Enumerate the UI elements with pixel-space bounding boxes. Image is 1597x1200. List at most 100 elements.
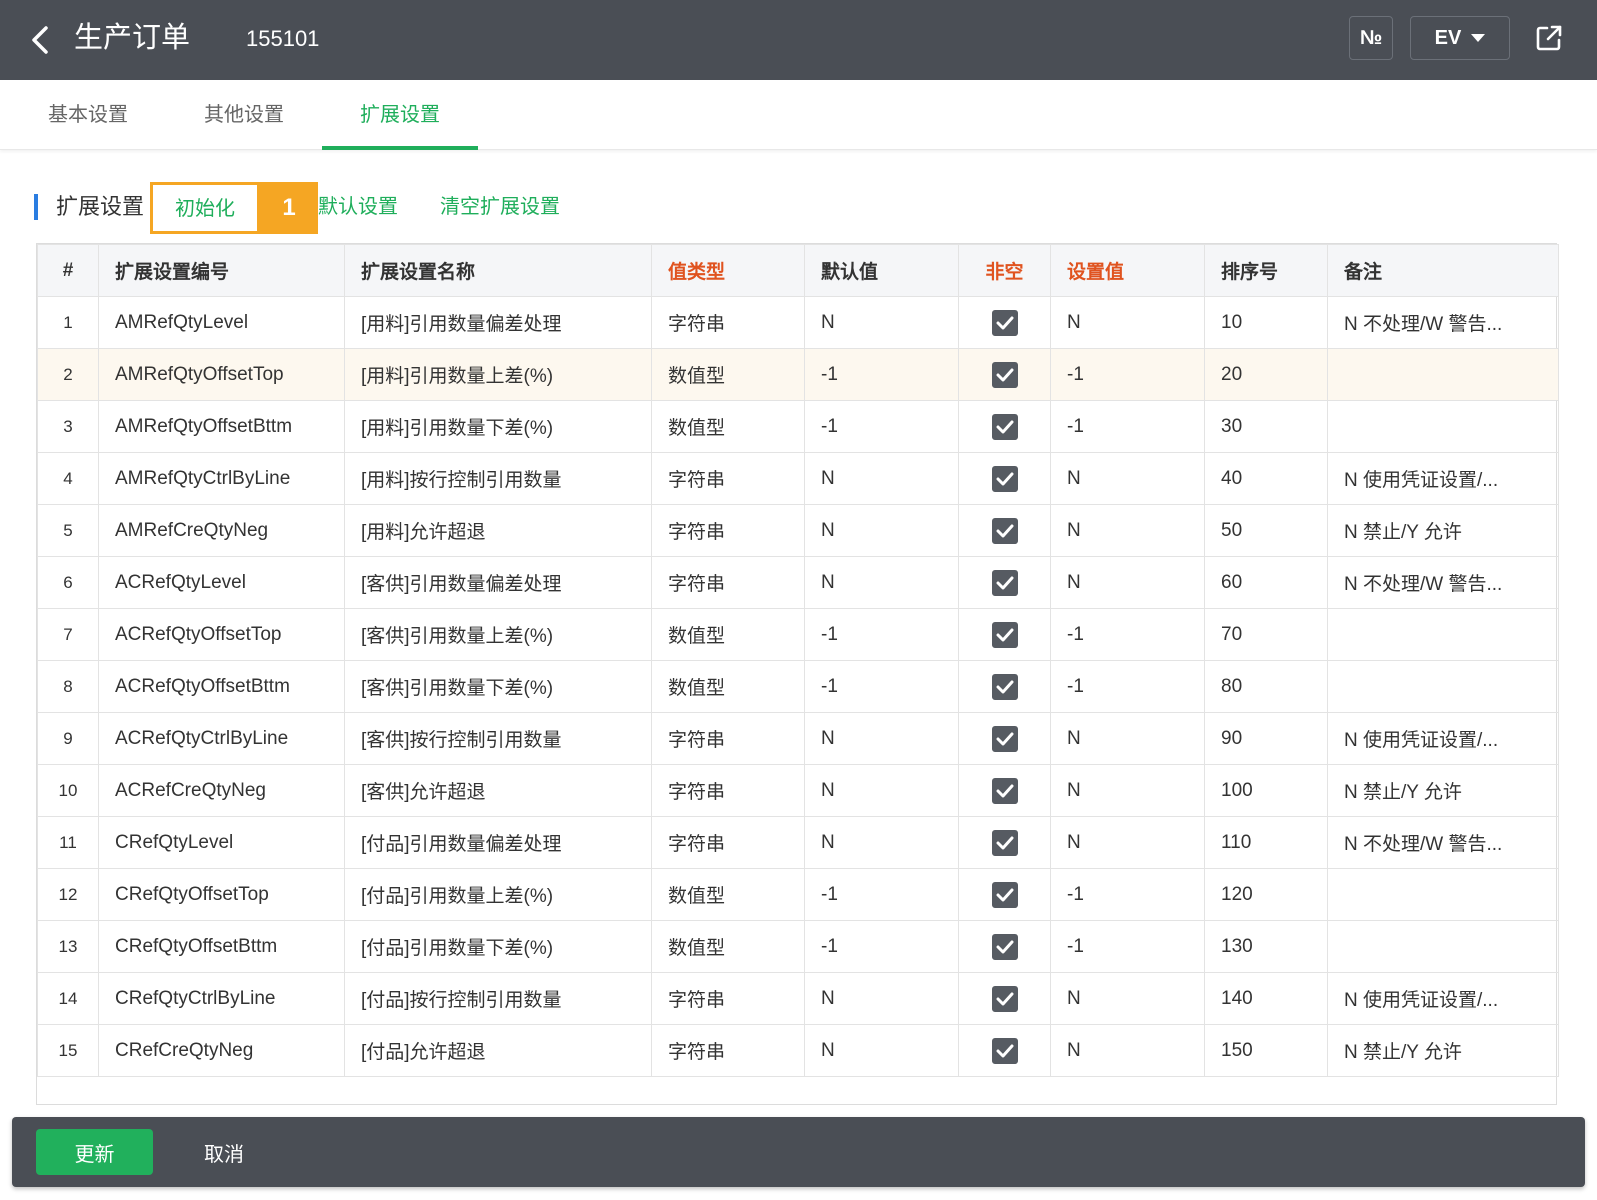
cell-setting-code: AMRefQtyLevel: [98, 296, 345, 349]
checkbox-checked-icon[interactable]: [991, 413, 1018, 440]
cell-setting-code: CRefCreQtyNeg: [98, 1024, 345, 1077]
table-row[interactable]: 4 AMRefQtyCtrlByLine [用料]按行控制引用数量 字符串 N N 40 N …: [37, 452, 1559, 505]
cell-setting-value[interactable]: -1: [1050, 920, 1205, 973]
cell-setting-value[interactable]: -1: [1050, 608, 1205, 661]
table-row[interactable]: 14 CRefQtyCtrlByLine [付品]按行控制引用数量 字符串 N N 140 N…: [37, 972, 1559, 1025]
checkbox-checked-icon[interactable]: [991, 829, 1018, 856]
cell-default-value: -1: [804, 348, 959, 401]
table-row[interactable]: 15 CRefCreQtyNeg [付品]允许超退 字符串 N N 150 N 禁止/Y 允许: [37, 1024, 1559, 1077]
checkbox-checked-icon[interactable]: [991, 933, 1018, 960]
checkbox-checked-icon[interactable]: [991, 673, 1018, 700]
cell-remark: N 禁止/Y 允许: [1327, 764, 1559, 817]
share-button[interactable]: [1531, 20, 1567, 56]
cell-not-null-checkbox[interactable]: [958, 504, 1051, 557]
cell-row-number: 1: [37, 296, 99, 349]
cell-not-null-checkbox[interactable]: [958, 556, 1051, 609]
checkbox-checked-icon[interactable]: [991, 881, 1018, 908]
cell-not-null-checkbox[interactable]: [958, 868, 1051, 921]
cell-setting-value[interactable]: N: [1050, 712, 1205, 765]
checkbox-checked-icon[interactable]: [991, 777, 1018, 804]
table-row[interactable]: 1 AMRefQtyLevel [用料]引用数量偏差处理 字符串 N N 10 N 不处理/W…: [37, 296, 1559, 349]
cancel-button[interactable]: 取消: [204, 1129, 244, 1175]
cell-not-null-checkbox[interactable]: [958, 608, 1051, 661]
cell-setting-value[interactable]: -1: [1050, 660, 1205, 713]
step-badge: 1: [260, 182, 318, 234]
table-row[interactable]: 8 ACRefQtyOffsetBttm [客供]引用数量下差(%) 数值型 -1 -1 8…: [37, 660, 1559, 713]
cell-remark: N 不处理/W 警告...: [1327, 816, 1559, 869]
table-row[interactable]: 2 AMRefQtyOffsetTop [用料]引用数量上差(%) 数值型 -1 -1 20: [37, 348, 1559, 401]
checkbox-checked-icon[interactable]: [991, 1037, 1018, 1064]
cell-not-null-checkbox[interactable]: [958, 816, 1051, 869]
tab-other-settings[interactable]: 其他设置: [188, 80, 300, 150]
tab-basic-settings[interactable]: 基本设置: [32, 80, 144, 150]
cell-not-null-checkbox[interactable]: [958, 764, 1051, 817]
table-row[interactable]: 3 AMRefQtyOffsetBttm [用料]引用数量下差(%) 数值型 -1 -1 3…: [37, 400, 1559, 453]
checkbox-checked-icon[interactable]: [991, 985, 1018, 1012]
column-header[interactable]: 设置值: [1050, 244, 1205, 297]
cell-not-null-checkbox[interactable]: [958, 296, 1051, 349]
cell-setting-value[interactable]: N: [1050, 296, 1205, 349]
checkbox-checked-icon[interactable]: [991, 517, 1018, 544]
tab-extension-settings[interactable]: 扩展设置: [322, 80, 478, 150]
cell-setting-value[interactable]: -1: [1050, 400, 1205, 453]
numbering-button[interactable]: №: [1349, 16, 1393, 60]
column-header[interactable]: 非空: [958, 244, 1051, 297]
checkbox-checked-icon[interactable]: [991, 465, 1018, 492]
cell-setting-value[interactable]: N: [1050, 816, 1205, 869]
cell-row-number: 12: [37, 868, 99, 921]
cell-not-null-checkbox[interactable]: [958, 348, 1051, 401]
cell-value-type: 字符串: [651, 296, 805, 349]
checkbox-checked-icon[interactable]: [991, 309, 1018, 336]
default-settings-link[interactable]: 默认设置: [318, 190, 398, 224]
table-row[interactable]: 12 CRefQtyOffsetTop [付品]引用数量上差(%) 数值型 -1 -1 12…: [37, 868, 1559, 921]
cell-sort-order: 20: [1204, 348, 1328, 401]
caret-down-icon: [1471, 34, 1486, 42]
cell-not-null-checkbox[interactable]: [958, 660, 1051, 713]
cell-setting-value[interactable]: N: [1050, 764, 1205, 817]
table-row[interactable]: 5 AMRefCreQtyNeg [用料]允许超退 字符串 N N 50 N 禁止/Y 允许: [37, 504, 1559, 557]
column-header[interactable]: #: [37, 244, 99, 297]
cell-value-type: 字符串: [651, 452, 805, 505]
clear-extension-link[interactable]: 清空扩展设置: [440, 190, 560, 224]
column-header[interactable]: 默认值: [804, 244, 959, 297]
ev-dropdown[interactable]: EV: [1410, 16, 1510, 60]
cell-remark: [1327, 868, 1559, 921]
cell-setting-value[interactable]: N: [1050, 452, 1205, 505]
initialize-link[interactable]: 初始化: [150, 182, 260, 234]
cell-setting-code: CRefQtyCtrlByLine: [98, 972, 345, 1025]
cell-default-value: -1: [804, 660, 959, 713]
checkbox-checked-icon[interactable]: [991, 361, 1018, 388]
table-row[interactable]: 7 ACRefQtyOffsetTop [客供]引用数量上差(%) 数值型 -1 -1 70: [37, 608, 1559, 661]
cell-sort-order: 40: [1204, 452, 1328, 505]
column-header[interactable]: 排序号: [1204, 244, 1328, 297]
cell-not-null-checkbox[interactable]: [958, 920, 1051, 973]
table-row[interactable]: 9 ACRefQtyCtrlByLine [客供]按行控制引用数量 字符串 N N 90 N …: [37, 712, 1559, 765]
cell-setting-value[interactable]: N: [1050, 972, 1205, 1025]
cell-setting-value[interactable]: -1: [1050, 868, 1205, 921]
cell-setting-value[interactable]: N: [1050, 1024, 1205, 1077]
checkbox-checked-icon[interactable]: [991, 621, 1018, 648]
cell-not-null-checkbox[interactable]: [958, 1024, 1051, 1077]
column-header[interactable]: 备注: [1327, 244, 1559, 297]
table-row[interactable]: 10 ACRefCreQtyNeg [客供]允许超退 字符串 N N 100 N 禁止/Y 允…: [37, 764, 1559, 817]
cell-not-null-checkbox[interactable]: [958, 712, 1051, 765]
column-header[interactable]: 扩展设置编号: [98, 244, 345, 297]
cell-value-type: 字符串: [651, 712, 805, 765]
cell-setting-value[interactable]: N: [1050, 504, 1205, 557]
update-button[interactable]: 更新: [36, 1129, 153, 1175]
checkbox-checked-icon[interactable]: [991, 569, 1018, 596]
back-button[interactable]: [22, 22, 58, 58]
cell-default-value: N: [804, 1024, 959, 1077]
checkbox-checked-icon[interactable]: [991, 725, 1018, 752]
table-row[interactable]: 6 ACRefQtyLevel [客供]引用数量偏差处理 字符串 N N 60 N 不处理/W…: [37, 556, 1559, 609]
cell-not-null-checkbox[interactable]: [958, 972, 1051, 1025]
column-header[interactable]: 扩展设置名称: [344, 244, 652, 297]
table-row[interactable]: 11 CRefQtyLevel [付品]引用数量偏差处理 字符串 N N 110 N 不处理/…: [37, 816, 1559, 869]
table-row[interactable]: 13 CRefQtyOffsetBttm [付品]引用数量下差(%) 数值型 -1 -1 1…: [37, 920, 1559, 973]
cell-setting-value[interactable]: -1: [1050, 348, 1205, 401]
column-header[interactable]: 值类型: [651, 244, 805, 297]
cell-setting-name: [付品]允许超退: [344, 1024, 652, 1077]
cell-not-null-checkbox[interactable]: [958, 400, 1051, 453]
cell-setting-value[interactable]: N: [1050, 556, 1205, 609]
cell-not-null-checkbox[interactable]: [958, 452, 1051, 505]
